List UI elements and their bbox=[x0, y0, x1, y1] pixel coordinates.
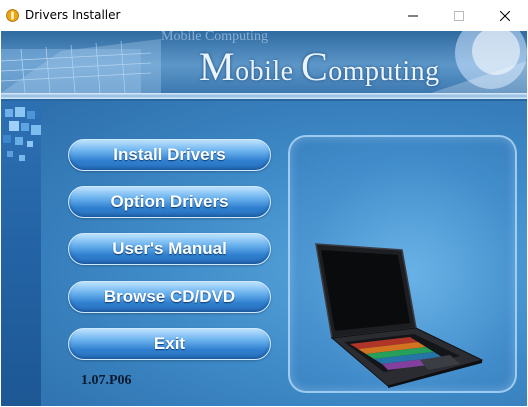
banner-title: Mobile Computing bbox=[199, 43, 440, 90]
browse-cd-dvd-button[interactable]: Browse CD/DVD bbox=[68, 281, 271, 313]
version-label: 1.07.P06 bbox=[81, 373, 132, 388]
users-manual-button[interactable]: User's Manual bbox=[68, 233, 271, 265]
option-drivers-button[interactable]: Option Drivers bbox=[68, 186, 271, 218]
banner-title-letter-c: C bbox=[301, 44, 329, 89]
app-icon bbox=[6, 9, 19, 22]
banner-divider bbox=[1, 93, 527, 99]
maximize-button[interactable] bbox=[436, 0, 482, 31]
minimize-button[interactable] bbox=[390, 0, 436, 31]
banner-title-letter-m: M bbox=[199, 44, 236, 89]
banner: Mobile Computing Mobile Computing bbox=[1, 31, 527, 93]
installer-panel: Mobile Computing Mobile Computing Instal… bbox=[1, 31, 527, 406]
laptop-image bbox=[315, 243, 484, 388]
exit-button[interactable]: Exit bbox=[68, 328, 271, 360]
close-button[interactable] bbox=[482, 0, 528, 31]
close-icon bbox=[500, 10, 510, 21]
banner-title-part1: obile bbox=[235, 56, 302, 87]
window-title: Drivers Installer bbox=[25, 8, 121, 22]
title-bar[interactable]: Drivers Installer bbox=[0, 0, 528, 31]
minimize-icon bbox=[408, 15, 418, 16]
maximize-icon bbox=[454, 10, 464, 21]
install-drivers-button[interactable]: Install Drivers bbox=[68, 139, 271, 171]
installer-window: Drivers Installer Mobile Computing Mobil… bbox=[0, 0, 528, 407]
banner-title-part2: omputing bbox=[328, 56, 440, 87]
